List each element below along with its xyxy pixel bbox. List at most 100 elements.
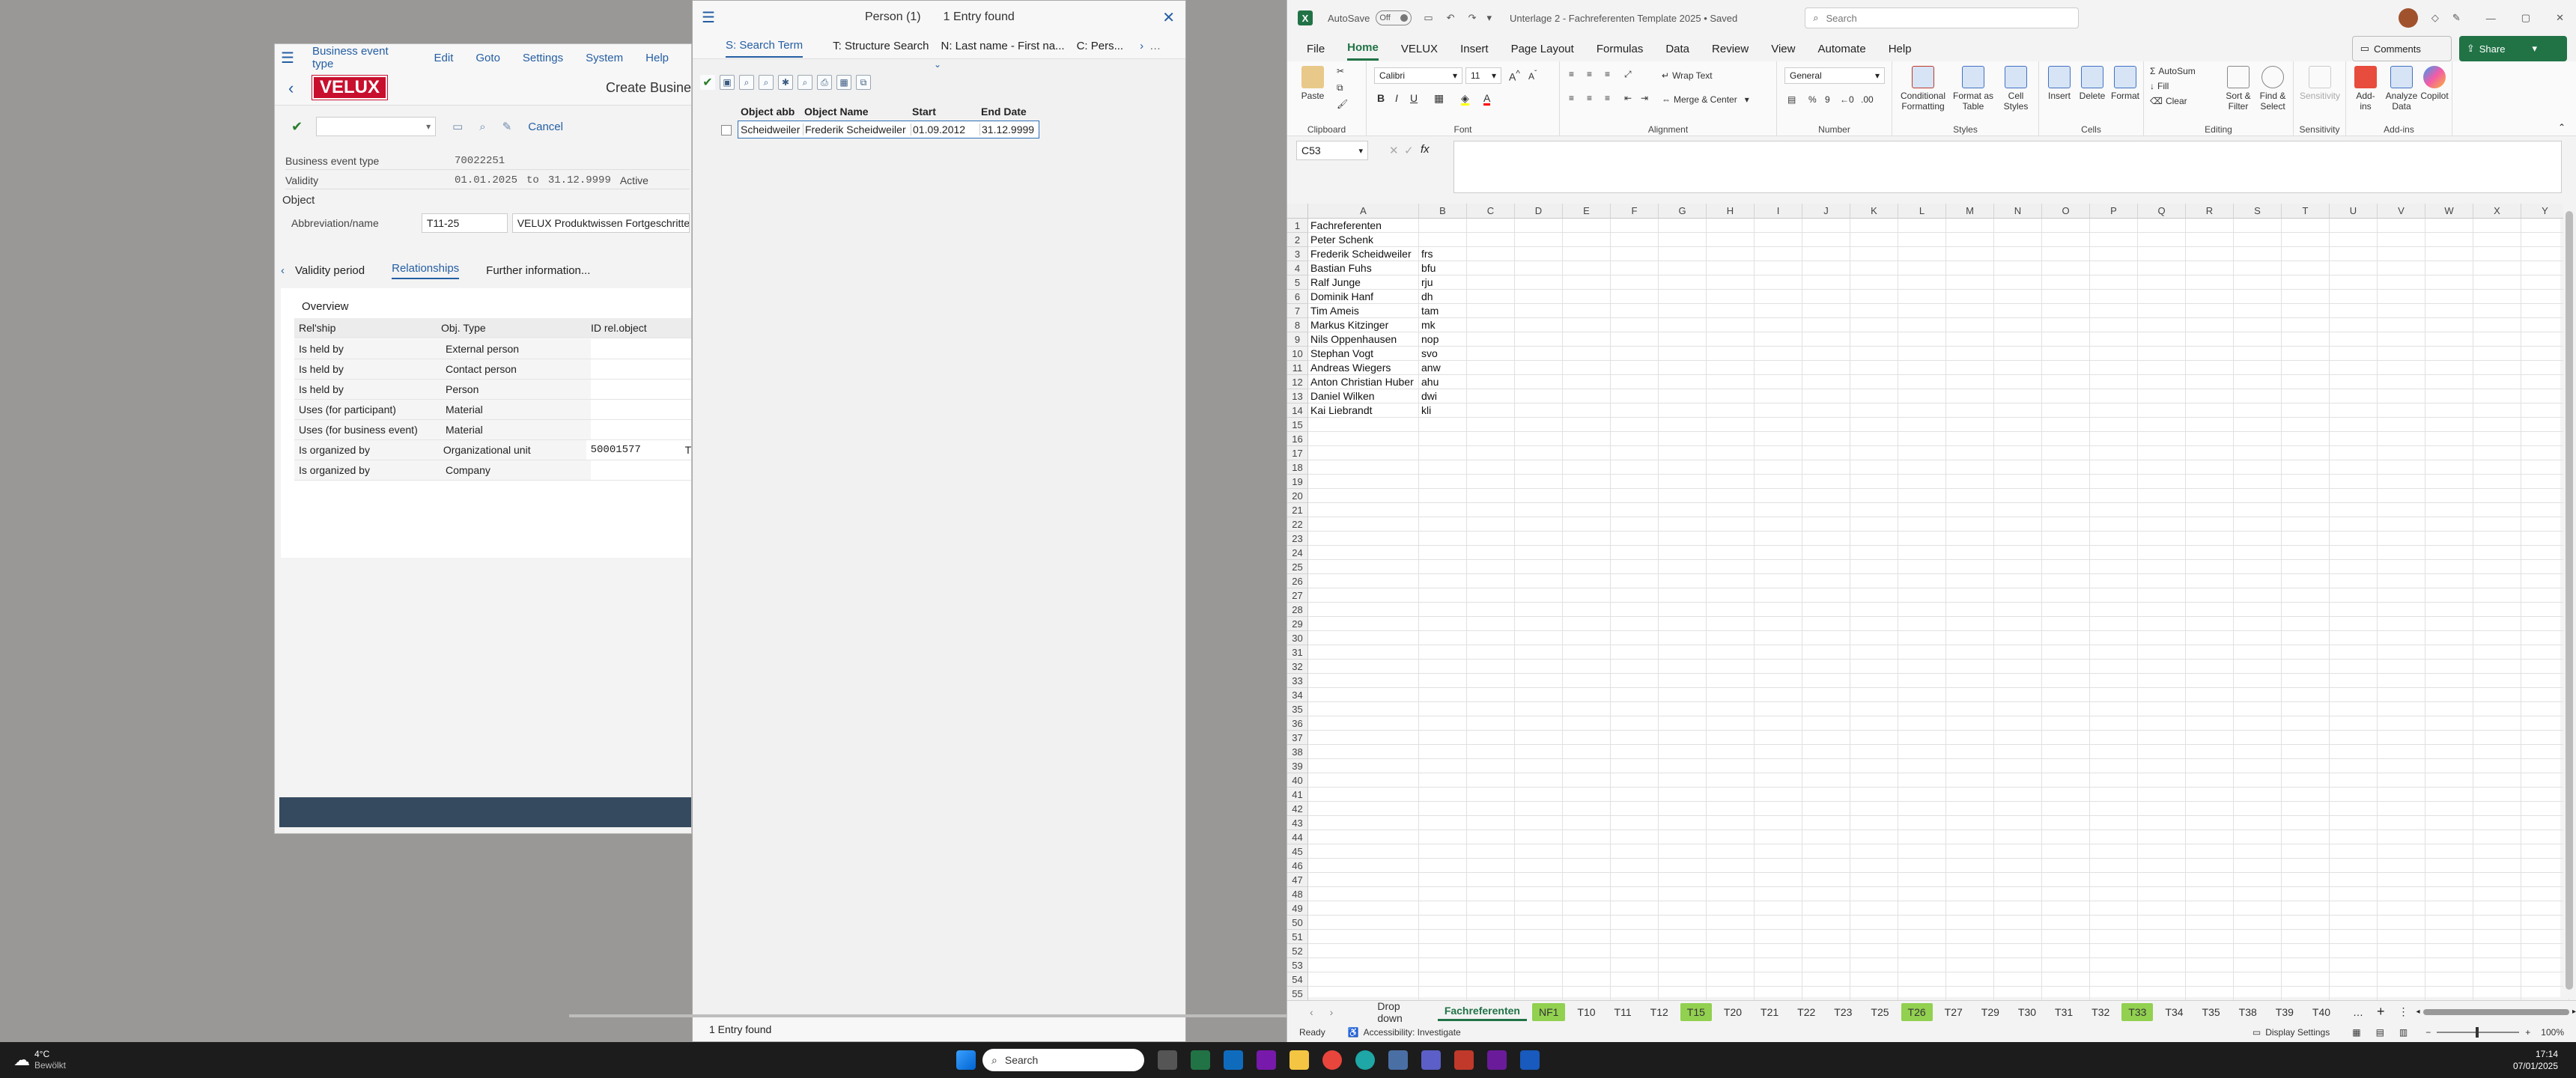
row-header[interactable]: 5 <box>1287 275 1308 290</box>
row-header[interactable]: 48 <box>1287 887 1308 901</box>
sheet-tab[interactable]: T34 <box>2158 1003 2190 1021</box>
format-cells-button[interactable]: Format <box>2109 66 2141 101</box>
horizontal-scrollbar[interactable]: ◂ ▸ <box>2416 1008 2576 1017</box>
tab-structure-search[interactable]: T: Structure Search <box>833 40 929 52</box>
tab-insert[interactable]: Insert <box>1460 38 1489 60</box>
formula-input[interactable] <box>1453 141 2562 193</box>
tab-velux[interactable]: VELUX <box>1401 38 1438 60</box>
sheet-tab[interactable]: NF1 <box>1531 1002 1566 1021</box>
underline-icon[interactable]: U <box>1410 93 1418 103</box>
page-break-view-icon[interactable]: ▥ <box>2399 1027 2408 1038</box>
word-taskbar-icon[interactable] <box>1520 1050 1540 1070</box>
relationship-row[interactable]: Uses (for participant) Material <box>294 400 691 420</box>
back-arrow-icon[interactable]: ‹ <box>288 79 294 98</box>
sheet-tab[interactable]: T30 <box>2011 1003 2043 1021</box>
more-icon[interactable]: … <box>1149 40 1161 52</box>
sheet-tab[interactable]: T11 <box>1608 1003 1638 1021</box>
row-header[interactable]: 7 <box>1287 304 1308 318</box>
column-header[interactable]: R <box>2186 204 2234 219</box>
cell[interactable]: anw <box>1419 361 1467 375</box>
column-header[interactable]: E <box>1563 204 1611 219</box>
align-bottom-icon[interactable]: ≡ <box>1605 69 1610 79</box>
zoom-out-icon[interactable]: − <box>2425 1027 2431 1038</box>
column-header[interactable]: O <box>2042 204 2090 219</box>
row-header[interactable]: 38 <box>1287 745 1308 759</box>
row-header[interactable]: 10 <box>1287 347 1308 361</box>
hamburger-menu-icon[interactable]: ☰ <box>281 49 294 67</box>
windows-start-icon[interactable] <box>956 1050 976 1070</box>
tab-validity-period[interactable]: Validity period <box>295 264 365 277</box>
cell[interactable]: mk <box>1419 318 1467 332</box>
sheet-prev-icon[interactable]: ‹ <box>1310 1006 1313 1018</box>
sheet-next-icon[interactable]: › <box>1330 1006 1334 1018</box>
conditional-formatting-button[interactable]: Conditional Formatting <box>1895 66 1951 112</box>
sheet-tab[interactable]: T10 <box>1570 1003 1602 1021</box>
cell[interactable]: tam <box>1419 304 1467 318</box>
excel-taskbar-icon[interactable] <box>1191 1050 1211 1070</box>
decrease-decimal-icon[interactable]: .00 <box>1861 94 1874 105</box>
number-format-select[interactable]: General ▾ <box>1784 67 1885 84</box>
format-as-table-button[interactable]: Format as Table <box>1952 66 1994 112</box>
column-header[interactable]: S <box>2234 204 2282 219</box>
find-select-button[interactable]: Find & Select <box>2256 66 2289 112</box>
zoom-in-icon[interactable]: + <box>2525 1027 2530 1038</box>
tab-search-term[interactable]: S: Search Term <box>726 34 804 58</box>
row-header[interactable]: 44 <box>1287 830 1308 844</box>
row-header[interactable]: 11 <box>1287 361 1308 375</box>
print-icon[interactable]: ⎙ <box>817 75 832 90</box>
tab-last-name[interactable]: N: Last name - First na... <box>941 40 1065 52</box>
font-name-select[interactable]: Calibri ▾ <box>1374 67 1462 84</box>
select-all-icon[interactable]: ▣ <box>720 75 735 90</box>
row-select-checkbox[interactable] <box>721 125 732 135</box>
row-header[interactable]: 1 <box>1287 219 1308 233</box>
column-header[interactable]: T <box>2282 204 2330 219</box>
sheet-tab[interactable]: T35 <box>2196 1003 2227 1021</box>
checkmark-icon[interactable]: ✔ <box>291 119 303 135</box>
sheet-tab[interactable]: T27 <box>1938 1003 1969 1021</box>
display-settings[interactable]: Display Settings <box>2265 1027 2330 1038</box>
row-header[interactable]: 12 <box>1287 375 1308 389</box>
row-header[interactable]: 32 <box>1287 660 1308 674</box>
accounting-icon[interactable]: ▤ <box>1787 94 1796 105</box>
rel-object-id-field[interactable] <box>591 380 688 399</box>
column-header[interactable]: N <box>1994 204 2042 219</box>
row-header[interactable]: 37 <box>1287 731 1308 745</box>
name-box[interactable]: C53 ▾ <box>1296 141 1368 160</box>
tab-data[interactable]: Data <box>1665 38 1689 60</box>
sheet-tab[interactable]: T29 <box>1975 1003 2006 1021</box>
collapse-chevron-icon[interactable]: ⌄ <box>934 59 941 70</box>
col-end-date[interactable]: End Date <box>979 106 1039 118</box>
pin-icon[interactable]: ✱ <box>778 75 793 90</box>
taskbar-search[interactable]: ⌕ Search <box>982 1049 1145 1071</box>
row-header[interactable]: 6 <box>1287 290 1308 304</box>
font-color-icon[interactable]: A <box>1483 93 1491 106</box>
column-header[interactable]: I <box>1755 204 1802 219</box>
row-header[interactable]: 54 <box>1287 972 1308 987</box>
sheet-tab[interactable]: Drop down <box>1370 1000 1432 1024</box>
rel-object-id-field[interactable] <box>591 400 688 419</box>
menu-edit[interactable]: Edit <box>434 52 454 64</box>
tab-split-icon[interactable]: ⋮ <box>2399 1005 2409 1018</box>
col-object-name[interactable]: Object Name <box>803 106 911 118</box>
column-header[interactable]: J <box>1802 204 1850 219</box>
copy-icon[interactable]: ⧉ <box>1337 82 1343 93</box>
row-header[interactable]: 49 <box>1287 901 1308 916</box>
object-name-field[interactable]: VELUX Produktwissen Fortgeschritten <box>511 213 690 233</box>
row-header[interactable]: 18 <box>1287 460 1308 475</box>
row-header[interactable]: 8 <box>1287 318 1308 332</box>
normal-view-icon[interactable]: ▦ <box>2352 1027 2360 1038</box>
save-icon[interactable]: ▭ <box>1424 12 1433 24</box>
column-header[interactable]: C <box>1467 204 1515 219</box>
format-painter-icon[interactable]: 🖌 <box>1337 99 1348 109</box>
cell[interactable]: rju <box>1419 275 1467 290</box>
search-icon[interactable]: ⌕ <box>739 75 754 90</box>
table-row[interactable]: Scheidweiler Frederik Scheidweiler 01.09… <box>738 121 1039 138</box>
maximize-icon[interactable]: ▢ <box>2521 12 2530 24</box>
close-icon[interactable]: ✕ <box>2556 12 2564 24</box>
avatar[interactable] <box>2398 8 2418 28</box>
menu-help[interactable]: Help <box>645 52 669 64</box>
insert-cells-button[interactable]: Insert <box>2044 66 2075 101</box>
row-header[interactable]: 4 <box>1287 261 1308 275</box>
row-header[interactable]: 41 <box>1287 788 1308 802</box>
share-button[interactable]: ⇪ Share ▾ <box>2458 36 2567 61</box>
